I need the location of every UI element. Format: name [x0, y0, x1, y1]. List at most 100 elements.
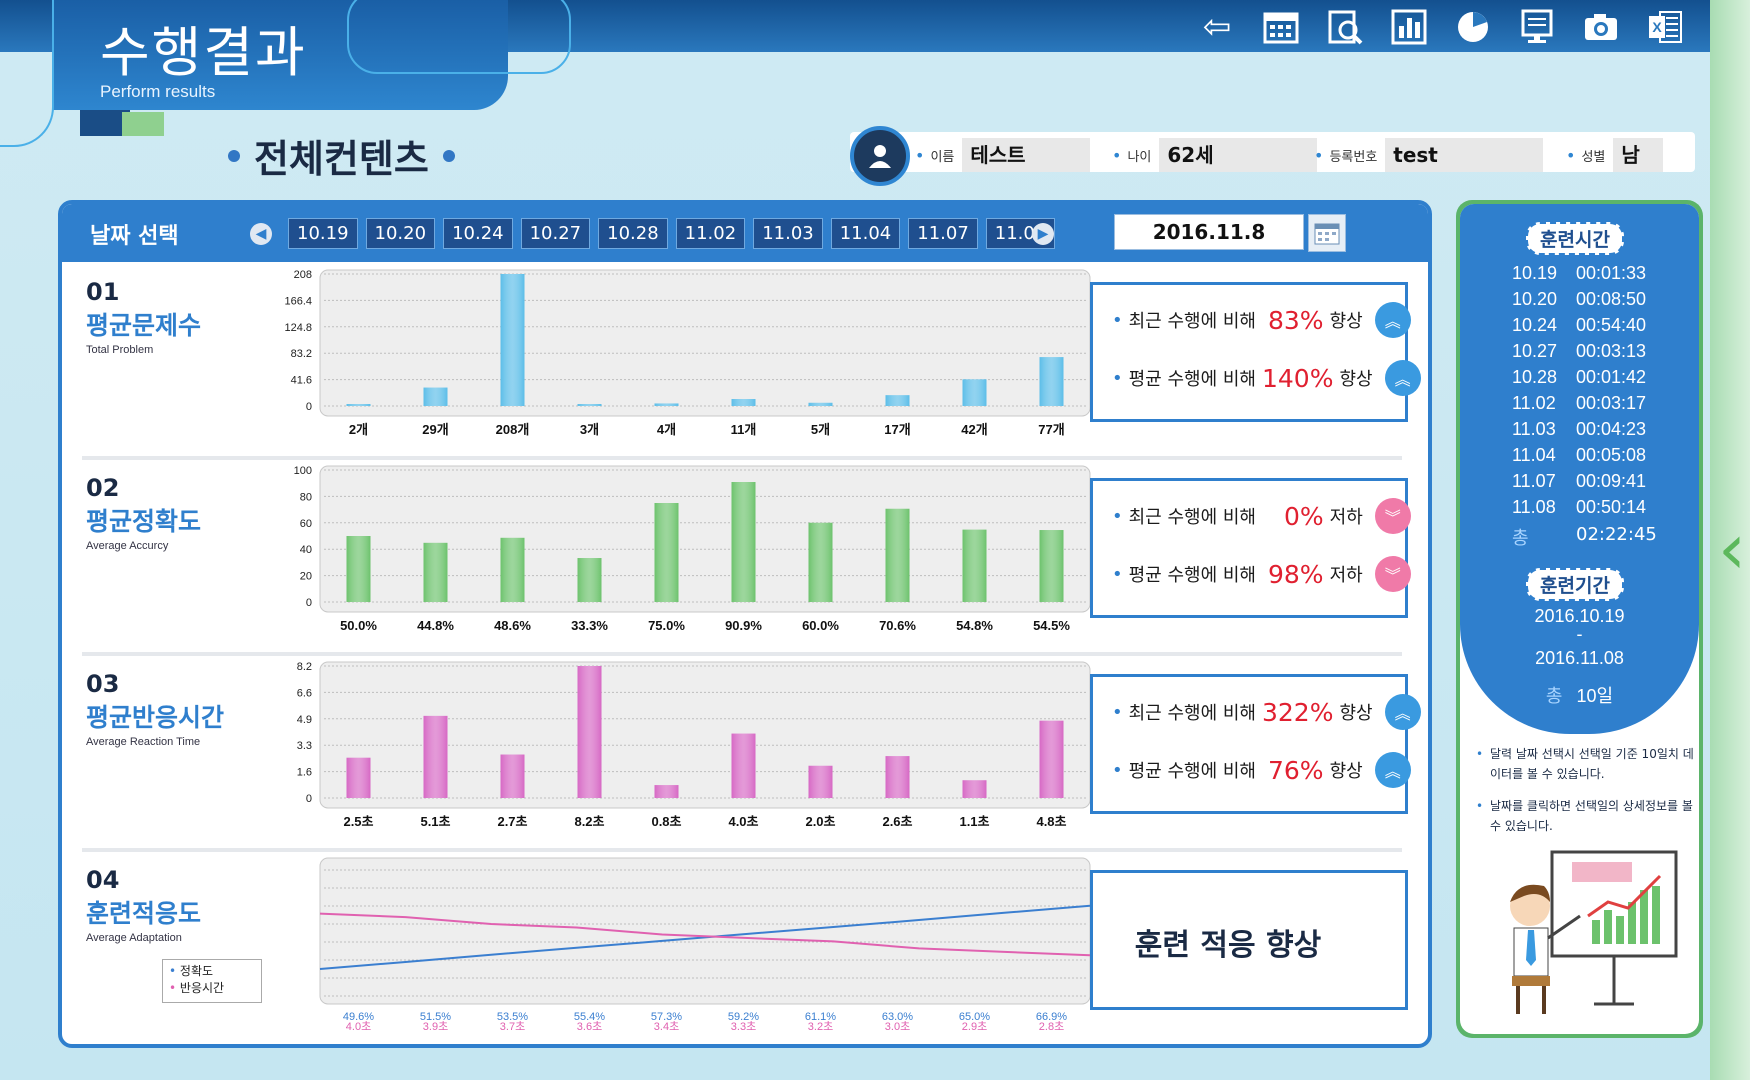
age-field: 나이 62세	[1112, 138, 1318, 172]
bar-highlight	[346, 757, 371, 798]
date-chip[interactable]: 10.27	[520, 218, 591, 249]
calendar-icon	[1314, 223, 1340, 245]
back-icon[interactable]: ⇦	[1192, 2, 1242, 52]
x-tick-label: 44.8%	[417, 618, 454, 633]
y-tick-label: 8.2	[297, 661, 312, 673]
train-time-table: 10.19 00:01:33 10.20 00:08:50 10.24 00:54:40 1…	[1512, 260, 1646, 520]
search-doc-icon[interactable]	[1320, 2, 1370, 52]
calendar-button[interactable]	[1308, 214, 1346, 252]
date-chip[interactable]: 11.07	[908, 218, 978, 249]
y-tick-label: 0	[306, 597, 312, 609]
bar-highlight	[731, 399, 756, 406]
calendar-icon[interactable]	[1256, 2, 1306, 52]
bar-highlight	[962, 529, 987, 602]
x-tick-label: 17개	[884, 422, 910, 437]
bar-highlight	[1039, 357, 1064, 406]
y-tick-label: 100	[294, 465, 312, 477]
excel-icon[interactable]: X	[1640, 2, 1690, 52]
down-chevron-icon: ︾	[1374, 498, 1411, 534]
x-tick-label: 54.5%	[1033, 618, 1070, 633]
time-row: 11.07 00:09:41	[1512, 471, 1647, 491]
id-value: test	[1385, 138, 1544, 172]
period-total: 총 10일	[1545, 686, 1614, 706]
monitor-icon[interactable]	[1512, 2, 1562, 52]
time-row: 10.19 00:01:33	[1512, 263, 1647, 283]
date-chip[interactable]: 10.20	[365, 218, 436, 249]
data-label: 3.7초	[500, 1020, 525, 1033]
callout-accuracy: • 최근 수행에 비해 0% 저하 ︾ • 평균 수행에 비해 98% 저하 ︾	[1068, 478, 1411, 622]
bar-highlight	[1039, 720, 1064, 798]
pie-chart-icon[interactable]	[1448, 2, 1498, 52]
data-label: 2.8초	[1039, 1020, 1064, 1033]
bar-report-icon[interactable]	[1384, 2, 1434, 52]
data-label: 3.3초	[731, 1020, 756, 1033]
name-field: 이름 테스트	[915, 138, 1091, 172]
row-title-accuracy: 02 평균정확도 Average Accurcy	[86, 474, 202, 552]
toolbar: ⇦ X	[1192, 2, 1690, 52]
x-tick-label: 2.7초	[497, 814, 527, 829]
y-tick-label: 83.2	[291, 348, 312, 360]
date-input[interactable]: 2016.11.8	[1114, 214, 1304, 250]
callout-problem: • 최근 수행에 비해 83% 향상 ︽ • 평균 수행에 비해 140% 향상 ︽	[1068, 282, 1421, 426]
bar-highlight	[654, 403, 679, 406]
bar-highlight	[500, 754, 525, 798]
bar-highlight	[654, 503, 679, 602]
x-tick-label: 70.6%	[879, 618, 916, 633]
title-decoration	[347, 0, 571, 74]
total-time-row: 총 02:22:45	[1512, 524, 1657, 549]
bar-highlight	[500, 274, 525, 406]
bar-highlight	[346, 404, 371, 406]
x-tick-label: 90.9%	[725, 618, 762, 633]
bar-highlight	[885, 395, 910, 406]
y-tick-label: 60	[300, 518, 312, 530]
x-tick-label: 77개	[1038, 422, 1064, 437]
time-row: 10.24 00:54:40	[1512, 315, 1647, 335]
row-title-adaptation: 04 훈련적응도 Average Adaptation	[86, 866, 202, 944]
prev-arrow-icon[interactable]: ◀	[250, 223, 272, 245]
date-chip[interactable]: 10.28	[598, 218, 668, 249]
bar-highlight	[423, 542, 448, 602]
name-value: 테스트	[962, 138, 1091, 172]
x-tick-label: 75.0%	[648, 618, 685, 633]
data-label: 4.0초	[346, 1020, 371, 1033]
corner-block	[122, 112, 164, 136]
data-label: 2.9초	[962, 1020, 987, 1033]
x-tick-label: 11개	[731, 422, 757, 437]
date-chip[interactable]: 10.24	[443, 218, 513, 249]
bullet-icon	[228, 149, 240, 162]
bar-highlight	[500, 537, 525, 602]
y-tick-label: 6.6	[297, 687, 312, 699]
time-row: 10.20 00:08:50	[1512, 289, 1647, 309]
chart-reaction: 0 1.6 3.3 4.9 6.6 8.2 2.5초 5.1초 2.7초 8.2초 0.8초 4.0초…	[297, 661, 1091, 829]
row-title-reaction: 03 평균반응시간 Average Reaction Time	[86, 670, 225, 748]
bar-highlight	[346, 536, 371, 602]
y-tick-label: 4.9	[297, 714, 312, 726]
x-tick-label: 29개	[422, 422, 448, 437]
date-chip[interactable]: 11.04	[830, 218, 901, 249]
y-tick-label: 80	[300, 491, 312, 503]
time-row: 10.28 00:01:42	[1512, 367, 1647, 387]
bar-highlight	[577, 404, 602, 406]
x-tick-label: 2.0초	[805, 814, 835, 829]
x-tick-label: 50.0%	[340, 618, 377, 633]
callout-reaction: • 최근 수행에 비해 322% 향상 ︽ • 평균 수행에 비해 76% 향상 ︽	[1068, 674, 1421, 818]
x-tick-label: 3개	[580, 422, 599, 437]
x-tick-label: 4.0초	[728, 814, 758, 829]
data-label: 3.4초	[654, 1020, 679, 1033]
x-tick-label: 2개	[349, 422, 368, 437]
x-tick-label: 42개	[961, 422, 987, 437]
y-tick-label: 40	[300, 544, 312, 556]
main-panel: 날짜 선택 ◀ 10.19 10.20 10.24 10.27 10.28 11.02 11…	[58, 200, 1432, 1048]
date-chip[interactable]: 11.02	[675, 218, 746, 249]
date-chip[interactable]: 11.03	[753, 218, 823, 249]
next-arrow-icon[interactable]: ▶	[1032, 223, 1054, 245]
date-chip[interactable]: 10.19	[288, 218, 358, 249]
data-label: 3.6초	[577, 1020, 602, 1033]
bar-highlight	[962, 780, 987, 798]
bar-highlight	[654, 785, 679, 798]
y-tick-label: 124.8	[284, 322, 312, 334]
bar-highlight	[808, 765, 833, 798]
bar-highlight	[577, 666, 602, 798]
expand-chevron-icon[interactable]: ‹	[1718, 508, 1746, 590]
camera-icon[interactable]	[1576, 2, 1626, 52]
